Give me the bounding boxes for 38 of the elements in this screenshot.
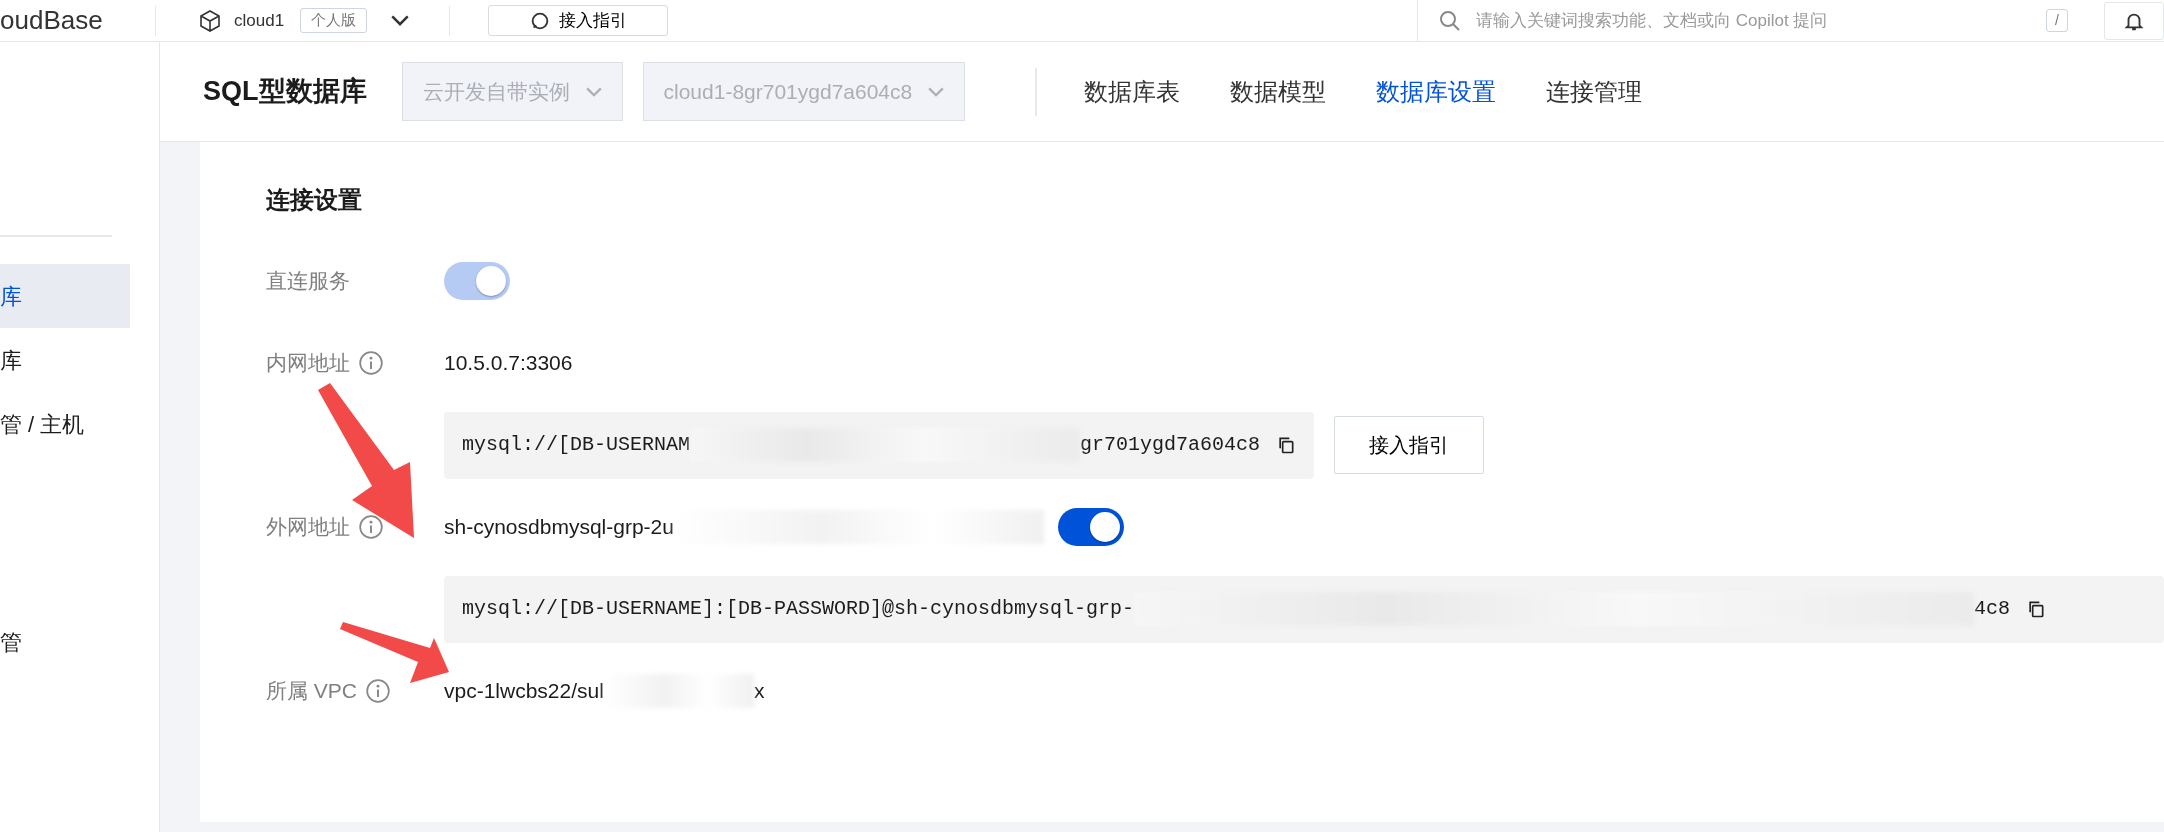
environment-name: cloud1 (234, 9, 285, 32)
sidebar-item[interactable]: 管 (0, 610, 130, 674)
chevron-down-icon (585, 86, 602, 97)
chevron-down-icon (391, 15, 410, 26)
tab[interactable]: 连接管理 (1546, 73, 1643, 110)
shortcut-key: / (2046, 9, 2068, 32)
search-input[interactable]: 请输入关键词搜索功能、文档或向 Copilot 提问 (1474, 6, 2035, 35)
info-icon (365, 678, 391, 704)
field-value: 10.5.0.7:3306 (444, 350, 573, 377)
notification-button[interactable] (2104, 1, 2164, 40)
connection-string: gr701ygd7a604c8 (1080, 432, 1261, 458)
sidebar-item[interactable]: 库 (0, 264, 130, 328)
info-icon (358, 514, 384, 540)
field-label: 所属 VPC (266, 678, 357, 705)
chevron-down-icon (928, 86, 945, 97)
connection-string: mysql://[DB-USERNAME]:[DB-PASSWORD]@sh-cynosdbmysql-grp- (462, 596, 1135, 622)
cube-icon (198, 8, 222, 33)
sidebar-item[interactable]: 管 / 主机 (0, 392, 130, 456)
field-label: 内网地址 (266, 350, 350, 377)
sidebar-item[interactable]: 库 (0, 328, 130, 392)
tab[interactable]: 数据库表 (1084, 73, 1181, 110)
field-label: 直连服务 (266, 268, 350, 295)
plan-badge: 个人版 (300, 8, 368, 33)
toggle-switch[interactable] (1057, 508, 1124, 546)
tab[interactable]: 数据模型 (1230, 73, 1327, 110)
field-value: vpc-1lwcbs22/sul (444, 678, 604, 705)
guide-button[interactable]: 接入指引 (1334, 416, 1485, 474)
connection-string: 4c8 (1974, 596, 2011, 622)
brand-name: oudBase (0, 4, 104, 37)
field-label: 外网地址 (266, 514, 350, 541)
section-title: 连接设置 (266, 185, 363, 215)
field-value: x (753, 678, 765, 705)
info-icon (358, 350, 384, 376)
page-title: SQL型数据库 (203, 75, 367, 109)
field-value: sh-cynosdbmysql-grp-2u (444, 514, 674, 541)
tab[interactable]: 数据库设置 (1376, 73, 1497, 110)
guide-button[interactable]: 接入指引 (488, 4, 669, 37)
connection-string: mysql://[DB-USERNAM (462, 432, 691, 458)
